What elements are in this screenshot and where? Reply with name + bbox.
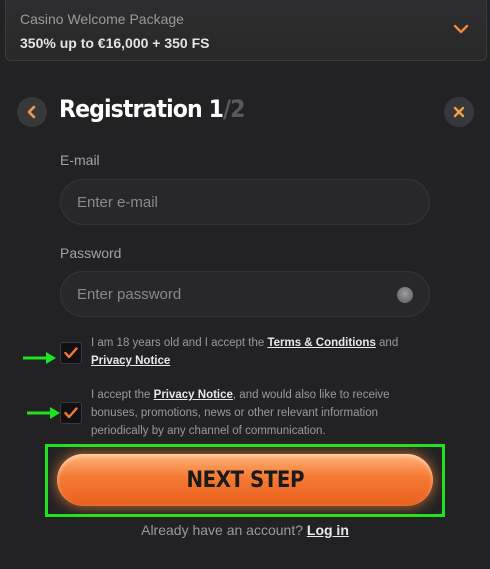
next-step-label: NEXT STEP: [186, 467, 304, 493]
next-step-button[interactable]: NEXT STEP: [57, 454, 433, 506]
close-button[interactable]: [444, 97, 474, 127]
email-field-wrapper[interactable]: [60, 179, 430, 225]
checkmark-icon: [64, 347, 78, 359]
welcome-package-offer: 350% up to €16,000 + 350 FS: [20, 35, 210, 51]
terms-link[interactable]: Terms & Conditions: [267, 337, 375, 349]
password-label: Password: [60, 245, 122, 261]
title-step-total: /2: [223, 95, 246, 123]
age-terms-checkbox[interactable]: [60, 342, 82, 364]
email-label: E-mail: [60, 152, 100, 168]
login-link[interactable]: Log in: [307, 522, 349, 538]
login-text: Already have an account?: [141, 522, 307, 538]
registration-page: Casino Welcome Package 350% up to €16,00…: [0, 0, 490, 569]
marketing-consent-checkbox[interactable]: [60, 402, 82, 424]
welcome-package-dropdown[interactable]: Casino Welcome Package 350% up to €16,00…: [5, 0, 487, 61]
email-input[interactable]: [77, 193, 377, 211]
password-field-wrapper[interactable]: [60, 271, 430, 317]
back-button[interactable]: [17, 97, 47, 127]
privacy-notice-link[interactable]: Privacy Notice: [154, 389, 233, 401]
consent-text: I am 18 years old and I accept the: [91, 337, 268, 349]
login-prompt: Already have an account? Log in: [0, 522, 490, 538]
consent-text: I accept the: [91, 389, 154, 401]
green-arrow-icon: [23, 352, 56, 364]
password-input[interactable]: [77, 285, 377, 303]
age-terms-text: I am 18 years old and I accept the Terms…: [91, 334, 411, 370]
checkmark-icon: [64, 407, 78, 419]
close-icon: [453, 106, 465, 118]
page-title: Registration 1/2: [59, 95, 246, 123]
welcome-package-label: Casino Welcome Package: [20, 11, 184, 27]
title-step: Registration 1: [59, 95, 224, 123]
green-arrow-icon: [27, 407, 60, 419]
chevron-down-icon[interactable]: [452, 20, 470, 38]
marketing-consent-text: I accept the Privacy Notice, and would a…: [91, 386, 411, 440]
privacy-notice-link[interactable]: Privacy Notice: [91, 355, 170, 367]
eye-icon[interactable]: [397, 287, 413, 303]
consent-text: and: [375, 337, 399, 349]
chevron-left-icon: [27, 105, 36, 119]
